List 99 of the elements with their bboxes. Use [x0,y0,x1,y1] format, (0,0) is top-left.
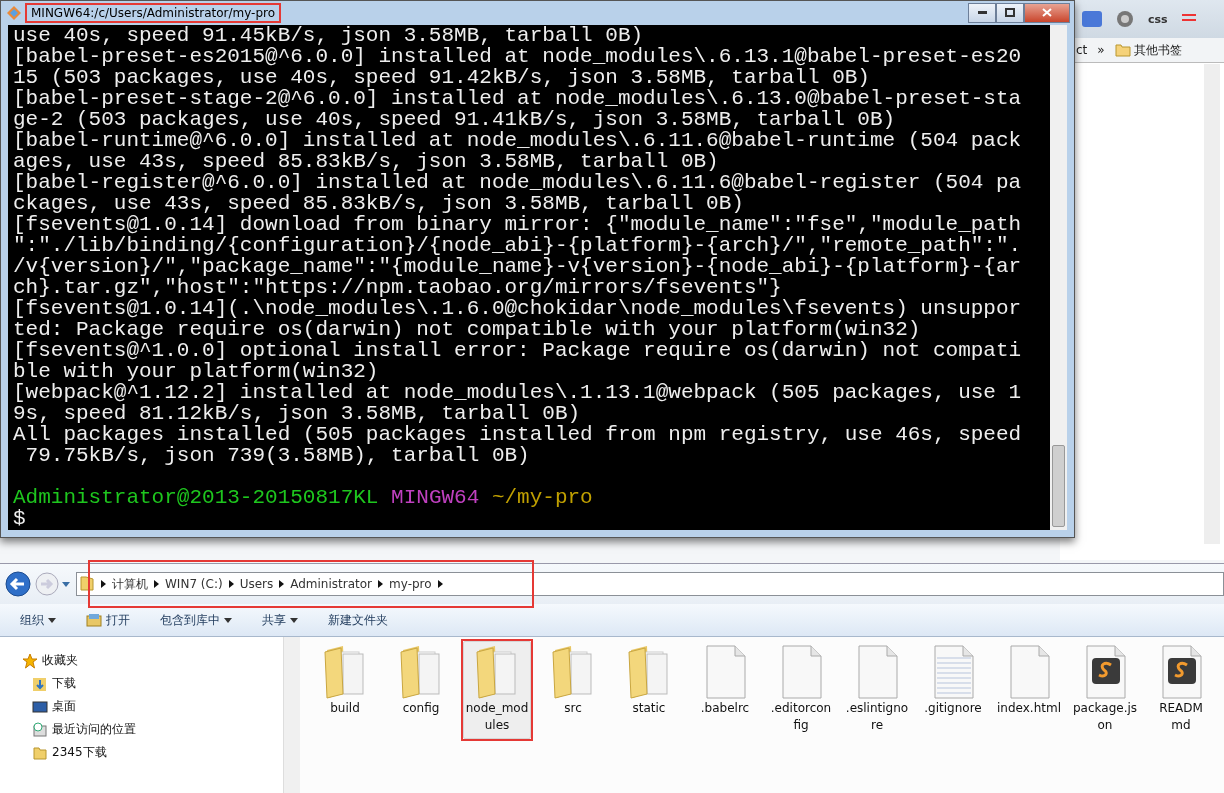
folder-icon [32,744,48,761]
file-item[interactable]: .editorcon fig [767,641,835,739]
toolbar-button[interactable]: 新建文件夹 [326,609,390,631]
terminal-line: [fsevents@1.0.14] download from binary mirror: {"module_name":"fse","module_path [13,214,1023,235]
file-item[interactable]: .eslintigno re [843,641,911,739]
scrollbar[interactable] [1204,64,1220,544]
sublime-file-icon [1159,644,1203,700]
address-bar[interactable]: 计算机 WIN7 (C:) Users Administrator my-pro [76,572,1224,596]
breadcrumb[interactable]: WIN7 (C:) [165,577,223,591]
minimize-icon [977,11,987,14]
sidebar-item[interactable]: 下载 [0,672,283,695]
terminal-line: [fsevents@^1.0.0] optional install error: Package require os(darwin) not compati [13,340,1023,361]
chevron-icon[interactable] [437,580,443,588]
open-icon [86,613,102,627]
maximize-button[interactable] [996,2,1024,23]
terminal-line: All packages installed (505 packages installed from npm registry, use 46s, speed [13,424,1023,445]
bookmark-item[interactable]: » [1097,43,1105,57]
toolbar-button[interactable]: 打开 [84,609,132,631]
download-folder-icon [32,675,48,692]
file-item[interactable]: index.html [995,641,1063,722]
bookmark-item[interactable]: ct [1076,43,1088,57]
caret-icon [48,617,56,623]
sidebar-item[interactable]: 桌面 [0,695,283,718]
prompt-path: ~/my-pro [491,486,593,509]
file-icon [1007,644,1051,700]
sidebar-item[interactable]: 最近访问的位置 [0,718,283,741]
chevron-icon[interactable] [279,580,285,588]
terminal-line: [fsevents@1.0.14](.\node_modules\.1.6.0@chokidar\node_modules\fsevents) unsuppor [13,298,1023,319]
terminal-line: use 40s, speed 91.45kB/s, json 3.58MB, tarball 0B) [13,25,645,46]
sidebar-item[interactable]: 收藏夹 [0,649,283,672]
file-item[interactable]: READM md [1147,641,1215,739]
folder-icon [627,644,671,700]
maximize-icon [1005,8,1015,17]
terminal-line: [babel-preset-es2015@^6.0.0] installed at node_modules\.6.13.1@babel-preset-es20 [13,46,1023,67]
folder-icon [323,644,367,700]
star-icon [22,652,38,669]
window-title: MINGW64:/c/Users/Administrator/my-pro [31,5,276,20]
file-item[interactable]: .gitignore [919,641,987,722]
toolbar-button[interactable]: 包含到库中 [158,609,234,631]
scrollbar[interactable] [283,637,300,793]
breadcrumb[interactable]: 计算机 [112,575,148,593]
terminal-line: ages, use 43s, speed 85.83kB/s, json 3.58MB, tarball 0B) [13,151,720,172]
close-icon [1042,8,1052,17]
terminal-line: [babel-runtime@^6.0.0] installed at node_modules\.6.11.6@babel-runtime (504 pack [13,130,1023,151]
terminal-line: ted: Package require os(darwin) not compatible with your platform(win32) [13,319,922,340]
file-item[interactable]: node_mod ules [463,641,531,739]
terminal-line: ch}.tar.gz","host":"https://npm.taobao.org/mirrors/fsevents"} [13,277,783,298]
file-item[interactable]: config [387,641,455,722]
chevron-icon[interactable] [101,580,106,588]
desktop-icon [32,698,48,715]
minimize-button[interactable] [968,2,996,23]
file-item[interactable]: package.js on [1071,641,1139,739]
sublime-file-icon [1083,644,1127,700]
close-button[interactable] [1024,2,1070,23]
terminal-line: /v{version}/","package_name":"{module_name}-v{version}-{node_abi}-{platform}-{ar [13,256,1023,277]
recent-places-icon [32,721,48,738]
terminal-line: 9s, speed 81.12kB/s, json 3.58MB, tarball 0B) [13,403,582,424]
folder-icon [475,644,519,700]
back-icon[interactable] [4,570,32,598]
folder-icon [399,644,443,700]
file-item[interactable]: src [539,641,607,722]
terminal-line: 79.75kB/s, json 739(3.58MB), tarball 0B) [24,445,531,466]
terminal-line: ble with your platform(win32) [13,361,380,382]
scrollbar[interactable] [1050,25,1067,530]
prompt-system: MINGW64 [391,486,480,509]
css-extension-icon[interactable]: css [1148,12,1168,26]
file-item[interactable]: static [615,641,683,722]
toolbar-button[interactable]: 组织 [18,609,58,631]
terminal-line: ":"./lib/binding/{configuration}/{node_abi}-{platform}-{arch}/","remote_path":". [13,235,1023,256]
terminal-line: ckages, use 43s, speed 85.83kB/s, json 3.58MB, tarball 0B) [13,193,745,214]
terminal-line: [babel-preset-stage-2@^6.0.0] installed at node_modules\.6.13.0@babel-preset-sta [13,88,1023,109]
caret-icon[interactable] [62,581,70,587]
file-icon [855,644,899,700]
prompt-symbol: $ [13,507,26,530]
sidebar-item[interactable]: 2345下载 [0,741,283,764]
chevron-icon[interactable] [228,580,234,588]
terminal-line: 15 (503 packages, use 40s, speed 91.42kB/s, json 3.58MB, tarball 0B) [13,67,871,88]
file-icon [779,644,823,700]
caret-icon [290,617,298,623]
app-icon [7,5,21,20]
terminal-line: [webpack@^1.12.2] installed at node_modules\.1.13.1@webpack (505 packages, use 1 [13,382,1023,403]
folder-icon [1114,43,1131,57]
breadcrumb[interactable]: Users [239,577,274,591]
chevron-icon[interactable] [378,580,384,588]
breadcrumb[interactable]: my-pro [389,577,432,591]
file-item[interactable]: .babelrc [691,641,759,722]
caret-icon [224,617,232,623]
file-item[interactable]: build [311,641,379,722]
notepad-icon [931,644,975,700]
chevron-icon[interactable] [154,580,159,588]
file-icon [703,644,747,700]
prompt-user: Administrator@2013-20150817KL [13,486,379,509]
scrollbar-thumb[interactable] [1052,445,1065,527]
toolbar-button[interactable]: 共享 [260,609,300,631]
terminal-line: [babel-register@^6.0.0] installed at node_modules\.6.11.6@babel-register (504 pa [13,172,1023,193]
terminal-line: ge-2 (503 packages, use 40s, speed 91.41kB/s, json 3.58MB, tarball 0B) [13,109,897,130]
bookmark-folder[interactable]: 其他书签 [1114,41,1182,59]
breadcrumb[interactable]: Administrator [290,577,373,591]
folder-icon [551,644,595,700]
